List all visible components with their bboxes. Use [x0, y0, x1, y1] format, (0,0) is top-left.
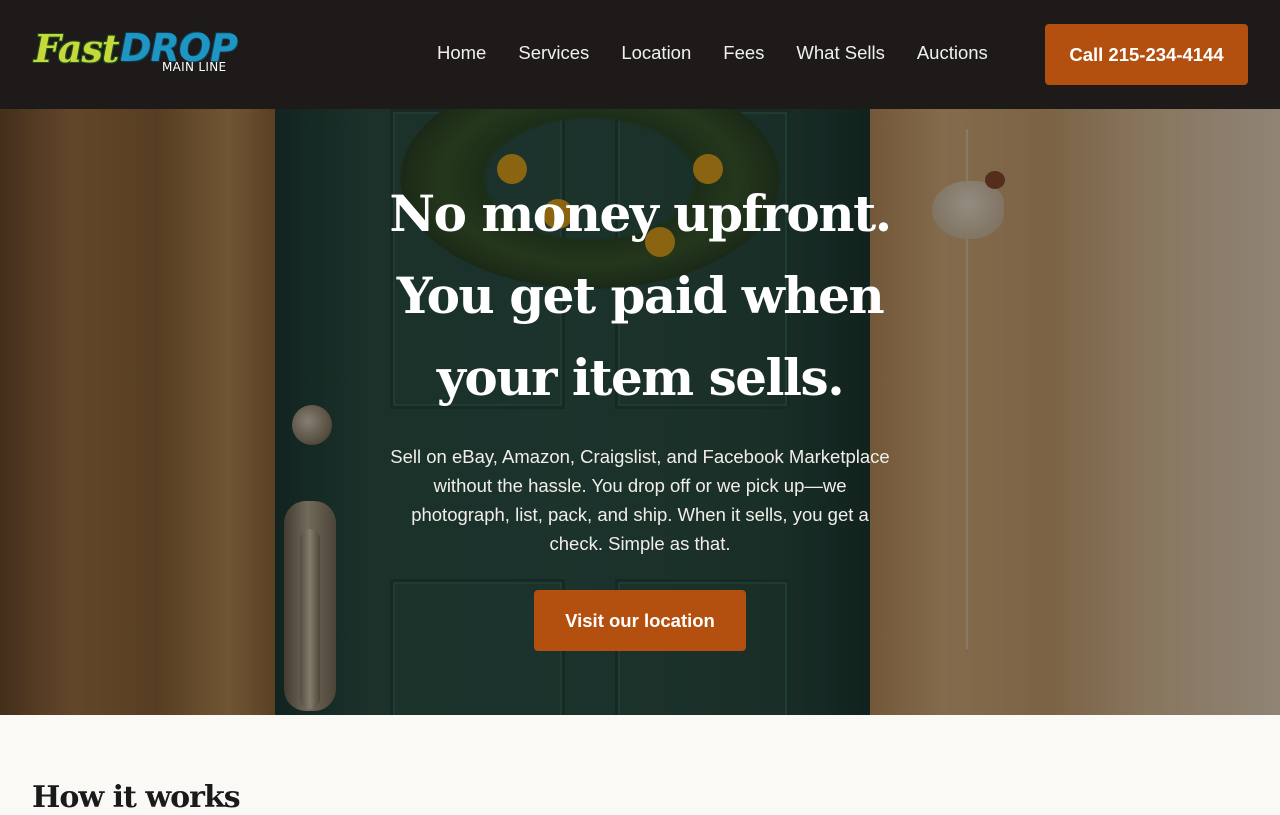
call-button[interactable]: Call 215-234-4144	[1045, 24, 1248, 85]
nav-home[interactable]: Home	[437, 42, 486, 64]
logo-subtitle: MAIN LINE	[162, 60, 227, 74]
site-header: Fast DROP MAIN LINE Home Services Locati…	[0, 0, 1280, 109]
nav-what-sells[interactable]: What Sells	[796, 42, 884, 64]
visit-location-button[interactable]: Visit our location	[534, 590, 746, 651]
nav-auctions[interactable]: Auctions	[917, 42, 988, 64]
logo-fast-text: Fast	[34, 26, 119, 71]
hero-section: No money upfront. You get paid when your…	[0, 109, 1280, 715]
hero-content: No money upfront. You get paid when your…	[0, 109, 1280, 715]
nav-location[interactable]: Location	[621, 42, 691, 64]
nav-fees[interactable]: Fees	[723, 42, 764, 64]
how-it-works-title: How it works	[32, 780, 241, 815]
fastdrop-logo[interactable]: Fast DROP MAIN LINE	[34, 26, 254, 78]
hero-title: No money upfront. You get paid when your…	[389, 184, 892, 407]
main-nav: Home Services Location Fees What Sells A…	[437, 42, 1020, 64]
nav-services[interactable]: Services	[518, 42, 589, 64]
hero-subtitle: Sell on eBay, Amazon, Craigslist, and Fa…	[390, 446, 890, 554]
